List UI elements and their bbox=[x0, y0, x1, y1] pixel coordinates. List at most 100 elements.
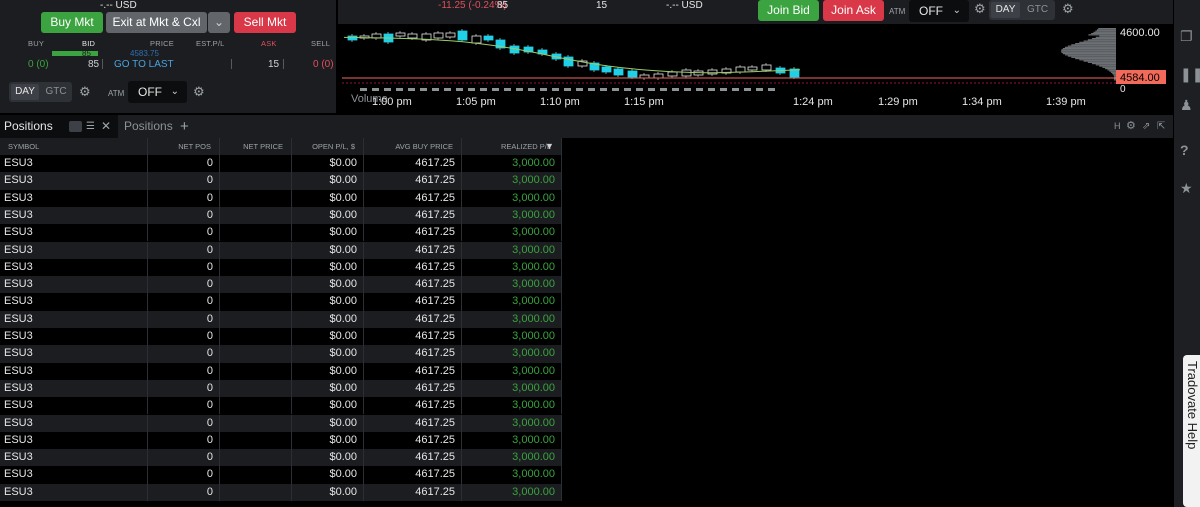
positions-tab-2[interactable]: Positions bbox=[124, 115, 173, 138]
column-header-symbol[interactable]: SYMBOL bbox=[0, 138, 148, 155]
join-bid-button[interactable]: Join Bid bbox=[758, 0, 819, 21]
candle bbox=[735, 66, 746, 73]
table-row[interactable]: ESU3 0 $0.00 4617.25 3,000.00 bbox=[0, 224, 562, 242]
cell-net-pos: 0 bbox=[148, 483, 220, 501]
volume-profile-bar bbox=[1087, 61, 1116, 63]
column-header-net-price[interactable]: NET PRICE bbox=[220, 138, 292, 155]
tif-day-option[interactable]: DAY bbox=[11, 84, 39, 100]
cell-net-pos: 0 bbox=[148, 397, 220, 415]
help-icon[interactable]: ? bbox=[1180, 142, 1189, 158]
column-header-net-pos[interactable]: NET POS bbox=[148, 138, 220, 155]
table-row[interactable]: ESU3 0 $0.00 4617.25 3,000.00 bbox=[0, 397, 562, 415]
cell-avg-buy-price: 4617.25 bbox=[364, 431, 462, 450]
toolbar-atm-value: OFF bbox=[919, 4, 943, 18]
candle bbox=[653, 73, 664, 79]
trophy-icon[interactable]: ★ bbox=[1180, 180, 1193, 197]
atm-label: ATM bbox=[108, 89, 125, 98]
volume-profile bbox=[1061, 28, 1116, 81]
cell-open-pl: $0.00 bbox=[292, 258, 364, 277]
gear-icon[interactable]: ⚙ bbox=[193, 84, 205, 100]
table-row[interactable]: ESU3 0 $0.00 4617.25 3,000.00 bbox=[0, 155, 562, 173]
menu-icon[interactable]: ☰ bbox=[86, 115, 95, 138]
toolbar-tif-toggle: DAY GTC bbox=[989, 0, 1055, 20]
toolbar-atm-select[interactable]: OFF ⌄ bbox=[909, 0, 969, 22]
h-icon[interactable]: H bbox=[1114, 115, 1121, 138]
cell-open-pl: $0.00 bbox=[292, 379, 364, 398]
cell-net-pos: 0 bbox=[148, 362, 220, 380]
table-row[interactable]: ESU3 0 $0.00 4617.25 3,000.00 bbox=[0, 466, 562, 484]
positions-tab-active[interactable]: Positions ☰ ✕ bbox=[0, 115, 118, 138]
cell-net-pos: 0 bbox=[148, 449, 220, 467]
order-panel: -.-- USD Buy Mkt Exit at Mkt & Cxl ⌄ Sel… bbox=[0, 0, 336, 113]
table-row[interactable]: ESU3 0 $0.00 4617.25 3,000.00 bbox=[0, 172, 562, 190]
table-row[interactable]: ESU3 0 $0.00 4617.25 3,000.00 bbox=[0, 310, 562, 328]
exit-options-chevron-icon[interactable]: ⌄ bbox=[208, 12, 230, 33]
cell-open-pl: $0.00 bbox=[292, 189, 364, 207]
cell-realized-pl: 3,000.00 bbox=[462, 310, 562, 328]
gear-icon[interactable]: ⚙ bbox=[1126, 115, 1136, 138]
column-header-open-pl[interactable]: OPEN P/L, $ bbox=[292, 138, 364, 155]
gear-icon[interactable]: ⚙ bbox=[79, 84, 91, 100]
layers-icon[interactable]: ❐ bbox=[1180, 28, 1193, 45]
cell-symbol: ESU3 bbox=[0, 155, 148, 173]
chart-toolbar: -11.25 (-0.24%) 85 15 -.-- USD Join Bid … bbox=[338, 0, 1173, 24]
cell-symbol: ESU3 bbox=[0, 189, 148, 207]
toolbar-tif-day[interactable]: DAY bbox=[991, 2, 1020, 18]
table-row[interactable]: ESU3 0 $0.00 4617.25 3,000.00 bbox=[0, 328, 562, 346]
cell-avg-buy-price: 4617.25 bbox=[364, 379, 462, 398]
table-row[interactable]: ESU3 0 $0.00 4617.25 3,000.00 bbox=[0, 206, 562, 225]
users-icon[interactable]: ♟ bbox=[1180, 97, 1193, 114]
volume-profile-bar bbox=[1061, 49, 1116, 51]
toolbar-tif-gtc[interactable]: GTC bbox=[1023, 2, 1052, 18]
table-row[interactable]: ESU3 0 $0.00 4617.25 3,000.00 bbox=[0, 379, 562, 398]
expand-icon[interactable]: ⇱ bbox=[1157, 115, 1165, 138]
volume-bar bbox=[360, 88, 367, 91]
table-row[interactable]: ESU3 0 $0.00 4617.25 3,000.00 bbox=[0, 189, 562, 207]
popout-icon[interactable]: ⇗ bbox=[1142, 115, 1150, 138]
gear-icon[interactable]: ⚙ bbox=[974, 1, 986, 17]
volume-bar bbox=[732, 88, 739, 91]
cell-symbol: ESU3 bbox=[0, 224, 148, 242]
table-row[interactable]: ESU3 0 $0.00 4617.25 3,000.00 bbox=[0, 276, 562, 294]
sell-mkt-button[interactable]: Sell Mkt bbox=[234, 12, 296, 33]
volume-profile-bar bbox=[1079, 41, 1116, 43]
table-row[interactable]: ESU3 0 $0.00 4617.25 3,000.00 bbox=[0, 293, 562, 311]
cell-open-pl: $0.00 bbox=[292, 224, 364, 242]
tif-gtc-option[interactable]: GTC bbox=[42, 84, 70, 100]
help-tab[interactable]: Tradovate Help bbox=[1183, 355, 1200, 507]
table-row[interactable]: ESU3 0 $0.00 4617.25 3,000.00 bbox=[0, 362, 562, 380]
header-buy: BUY bbox=[28, 39, 45, 48]
close-icon[interactable]: ✕ bbox=[101, 115, 111, 138]
toggle-icon[interactable] bbox=[69, 121, 82, 132]
exit-mkt-cxl-button[interactable]: Exit at Mkt & Cxl bbox=[106, 12, 207, 33]
sort-desc-icon[interactable]: ▼ bbox=[545, 138, 554, 155]
table-row[interactable]: ESU3 0 $0.00 4617.25 3,000.00 bbox=[0, 241, 562, 259]
cell-avg-buy-price: 4617.25 bbox=[364, 310, 462, 328]
volume-profile-bar bbox=[1099, 65, 1116, 67]
volume-bar bbox=[756, 88, 763, 91]
chevron-down-icon: ⌄ bbox=[170, 86, 179, 97]
volume-bar bbox=[660, 88, 667, 91]
volume-profile-bar bbox=[1112, 73, 1116, 75]
cell-symbol: ESU3 bbox=[0, 483, 148, 501]
table-row[interactable]: ESU3 0 $0.00 4617.25 3,000.00 bbox=[0, 414, 562, 432]
column-header-avg-buy-price[interactable]: AVG BUY PRICE bbox=[364, 138, 462, 155]
buy-mkt-button[interactable]: Buy Mkt bbox=[41, 12, 103, 33]
pause-icon[interactable]: ❚❚ bbox=[1180, 66, 1200, 83]
add-tab-icon[interactable]: + bbox=[180, 115, 189, 138]
cell-open-pl: $0.00 bbox=[292, 293, 364, 311]
cell-net-price bbox=[220, 362, 292, 380]
cell-net-pos: 0 bbox=[148, 224, 220, 242]
price-chart[interactable]: 4600.00 4584.00 0 Volume 1:00 pm 1:05 pm 1… bbox=[338, 24, 1173, 113]
table-row[interactable]: ESU3 0 $0.00 4617.25 3,000.00 bbox=[0, 258, 562, 277]
volume-profile-bar bbox=[1075, 43, 1116, 45]
table-row[interactable]: ESU3 0 $0.00 4617.25 3,000.00 bbox=[0, 483, 562, 501]
go-to-last-link[interactable]: GO TO LAST bbox=[114, 59, 174, 70]
atm-select[interactable]: OFF ⌄ bbox=[128, 81, 187, 103]
table-row[interactable]: ESU3 0 $0.00 4617.25 3,000.00 bbox=[0, 449, 562, 467]
candle bbox=[433, 32, 444, 39]
table-row[interactable]: ESU3 0 $0.00 4617.25 3,000.00 bbox=[0, 345, 562, 363]
join-ask-button[interactable]: Join Ask bbox=[823, 0, 884, 21]
gear-icon[interactable]: ⚙ bbox=[1062, 1, 1074, 17]
table-row[interactable]: ESU3 0 $0.00 4617.25 3,000.00 bbox=[0, 431, 562, 450]
